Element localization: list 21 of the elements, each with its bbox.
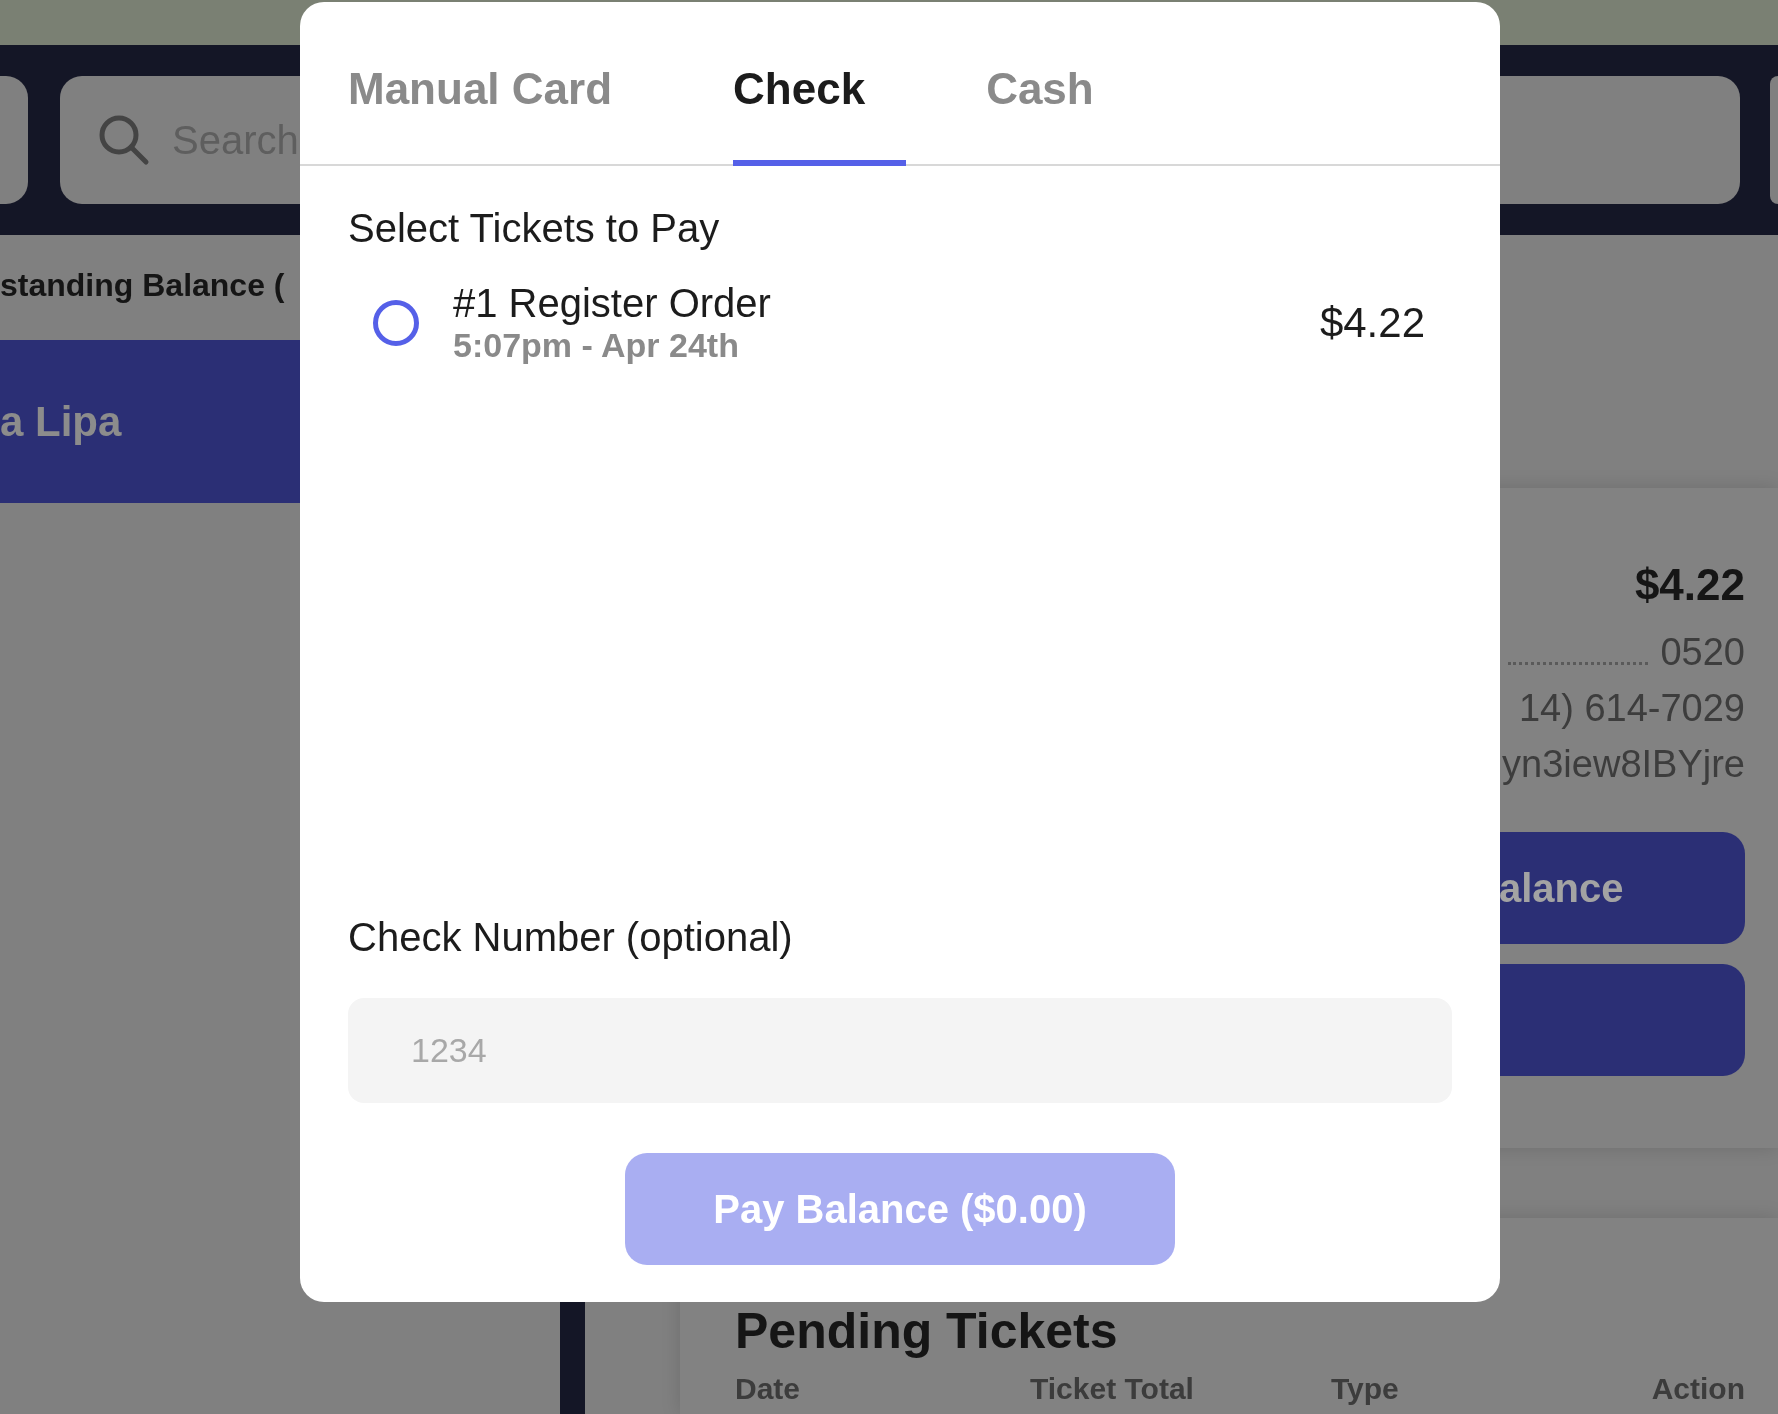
column-header: Ticket Total bbox=[1030, 1372, 1195, 1406]
tab[interactable]: Check bbox=[733, 2, 907, 166]
column-header: Type bbox=[1331, 1372, 1400, 1406]
radio-button[interactable] bbox=[373, 300, 419, 346]
tab[interactable]: Manual Card bbox=[348, 2, 654, 166]
customer-id: yn3iew8IBYjre bbox=[1502, 742, 1745, 787]
header-button[interactable] bbox=[1770, 76, 1778, 204]
section-title: Select Tickets to Pay bbox=[348, 206, 721, 251]
phone-number: 14) 614-7029 bbox=[1518, 686, 1745, 731]
section-title: Pending Tickets bbox=[735, 1302, 1119, 1360]
field-label: Check Number (optional) bbox=[348, 915, 794, 960]
card-number: 0520 bbox=[1660, 630, 1745, 675]
ticket-title: #1 Register Order bbox=[453, 281, 772, 326]
column-header: Action bbox=[1651, 1372, 1745, 1406]
check-number-field[interactable]: 1234 bbox=[348, 998, 1452, 1103]
tab[interactable]: Cash bbox=[986, 2, 1135, 166]
column-header: Date bbox=[735, 1372, 802, 1406]
ticket-amount: $4.22 bbox=[1319, 299, 1425, 347]
balance-heading: standing Balance ( bbox=[0, 266, 285, 305]
balance-amount: $4.22 bbox=[1634, 560, 1745, 610]
header-button[interactable] bbox=[0, 76, 28, 204]
